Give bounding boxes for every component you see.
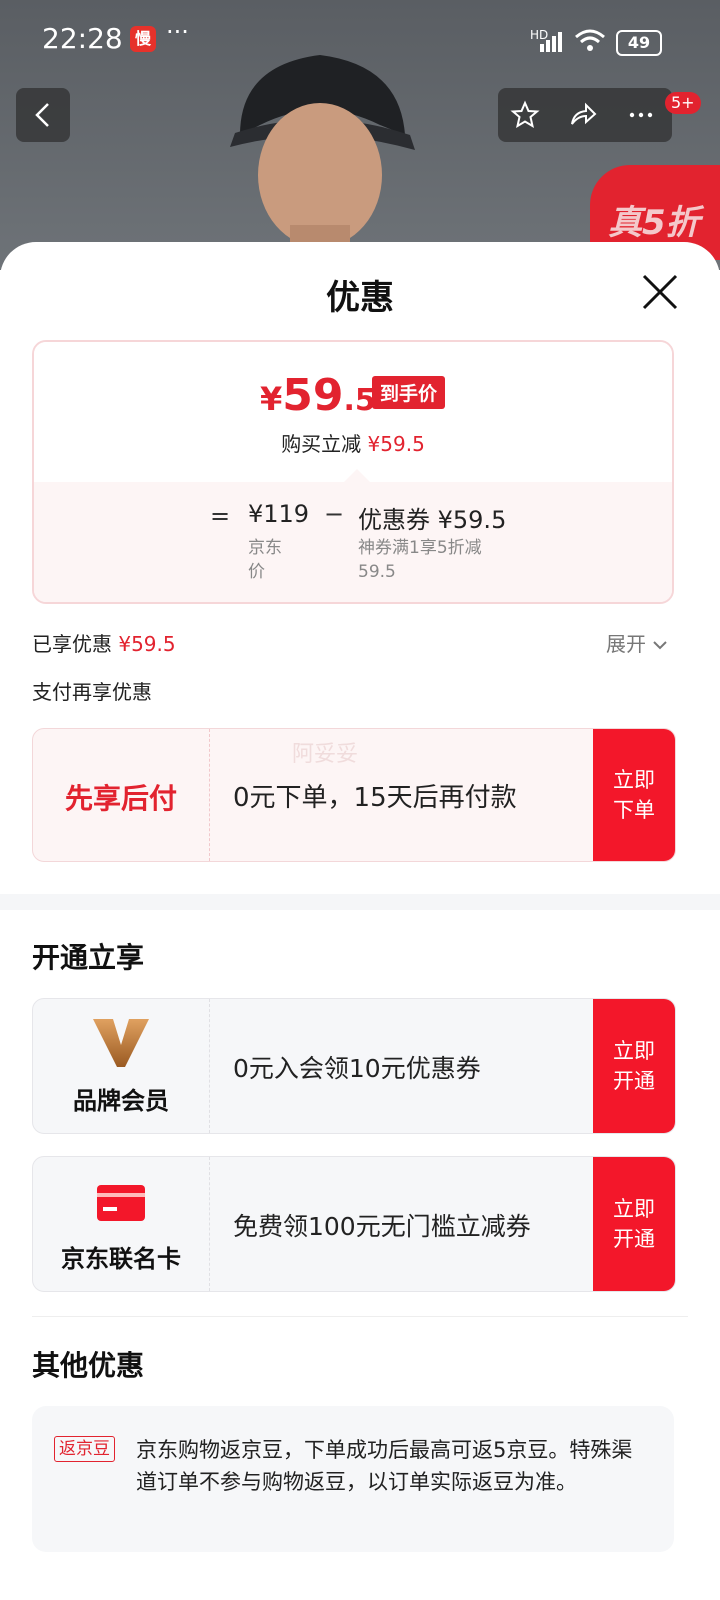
final-price-tag: 到手价 [372, 376, 446, 409]
jd-bean-tag: 返京豆 [54, 1436, 115, 1462]
price-decimal: .5 [343, 383, 376, 418]
more-icon[interactable] [626, 100, 656, 130]
other-benefits-title: 其他优惠 [32, 1349, 145, 1382]
pay-more-heading: 支付再享优惠 [32, 680, 152, 704]
jd-bean-card: 返京豆 京东购物返京豆，下单成功后最高可返5京豆。特殊渠道订单不参与购物返豆，以… [32, 1406, 674, 1552]
cobrand-title: 京东联名卡 [61, 1245, 181, 1273]
chevron-down-icon [653, 641, 668, 650]
thin-divider [32, 1316, 688, 1317]
pay-later-title: 先享后付 [64, 782, 177, 815]
brand-member-description: 0元入会领10元优惠券 [233, 1054, 481, 1083]
favorite-star-icon[interactable] [510, 100, 540, 130]
coupon-description: 神券满1享5折减59.5 [358, 538, 482, 582]
coupon-amount: 优惠券 ¥59.5 [358, 506, 507, 534]
credit-card-icon [97, 1185, 145, 1221]
watermark-text: 阿妥妥 [292, 742, 359, 767]
status-bar: 22:28 慢 ··· HD 49 [0, 0, 720, 84]
currency-symbol: ¥ [260, 380, 283, 418]
sheet-title: 优惠 [326, 278, 394, 318]
price-summary-card: ¥59.5 到手价 购买立减 ¥59.5 = ¥119 京东价 − 优惠券 ¥5… [32, 340, 674, 604]
app-notification-icon: 慢 [130, 26, 156, 52]
cobrand-description: 免费领100元无门槛立减券 [233, 1212, 531, 1241]
equals-sign: = [210, 502, 231, 530]
order-now-button[interactable]: 立即下单 [593, 729, 675, 861]
section-divider [0, 894, 720, 910]
enjoyed-discount: 已享优惠 ¥59.5 [32, 628, 176, 657]
price-breakdown [34, 482, 672, 602]
status-time: 22:28 [42, 22, 123, 55]
open-member-label: 立即开通 [613, 1039, 655, 1093]
cobrand-left: 京东联名卡 [33, 1157, 210, 1291]
wifi-icon [575, 29, 605, 51]
caret-pointer [344, 469, 370, 482]
brand-member-left: 品牌会员 [33, 999, 210, 1133]
instant-reduce-label: 购买立减 [281, 432, 362, 456]
status-more-icon: ··· [166, 18, 189, 46]
signal-icon [540, 32, 562, 52]
chevron-left-icon [35, 103, 49, 127]
nav-action-group [498, 88, 672, 142]
close-icon[interactable] [638, 270, 682, 314]
open-benefits-title: 开通立享 [32, 941, 145, 974]
brand-member-title: 品牌会员 [73, 1087, 169, 1115]
jd-bean-text: 京东购物返京豆，下单成功后最高可返5京豆。特殊渠道订单不参与购物返豆，以订单实际… [136, 1438, 633, 1494]
cobrand-card[interactable]: 京东联名卡 免费领100元无门槛立减券 立即开通 [32, 1156, 676, 1292]
jd-price-label: 京东价 [248, 538, 282, 582]
open-card-button[interactable]: 立即开通 [593, 1157, 675, 1291]
jd-price: ¥119 [248, 500, 310, 528]
pay-later-description: 0元下单，15天后再付款 [233, 783, 517, 813]
expand-toggle[interactable]: 展开 [606, 628, 668, 657]
open-card-label: 立即开通 [613, 1197, 655, 1251]
instant-reduce-value: ¥59.5 [367, 432, 425, 456]
order-now-label: 立即下单 [613, 768, 655, 822]
message-count-badge: 5+ [665, 92, 701, 114]
battery-indicator: 49 [616, 30, 662, 56]
enjoyed-value: ¥59.5 [118, 632, 176, 656]
instant-reduce: 购买立减 ¥59.5 [34, 428, 672, 457]
price-summary-top: ¥59.5 到手价 购买立减 ¥59.5 [34, 342, 672, 482]
open-member-button[interactable]: 立即开通 [593, 999, 675, 1133]
price-integer: 59 [282, 370, 344, 421]
brand-member-card[interactable]: 品牌会员 0元入会领10元优惠券 立即开通 [32, 998, 676, 1134]
pay-later-left: 先享后付 [33, 729, 210, 861]
minus-sign: − [324, 500, 345, 528]
promo-ribbon-text: 真5折 [608, 203, 700, 243]
back-button[interactable] [16, 88, 70, 142]
share-icon[interactable] [568, 100, 598, 130]
brand-member-v-icon [93, 1019, 149, 1067]
final-price: ¥59.5 [260, 370, 376, 421]
expand-label: 展开 [606, 632, 646, 656]
discount-sheet: 优惠 ¥59.5 到手价 购买立减 ¥59.5 = ¥119 京东价 − 优惠券… [0, 242, 720, 1600]
enjoyed-label: 已享优惠 [32, 632, 112, 656]
